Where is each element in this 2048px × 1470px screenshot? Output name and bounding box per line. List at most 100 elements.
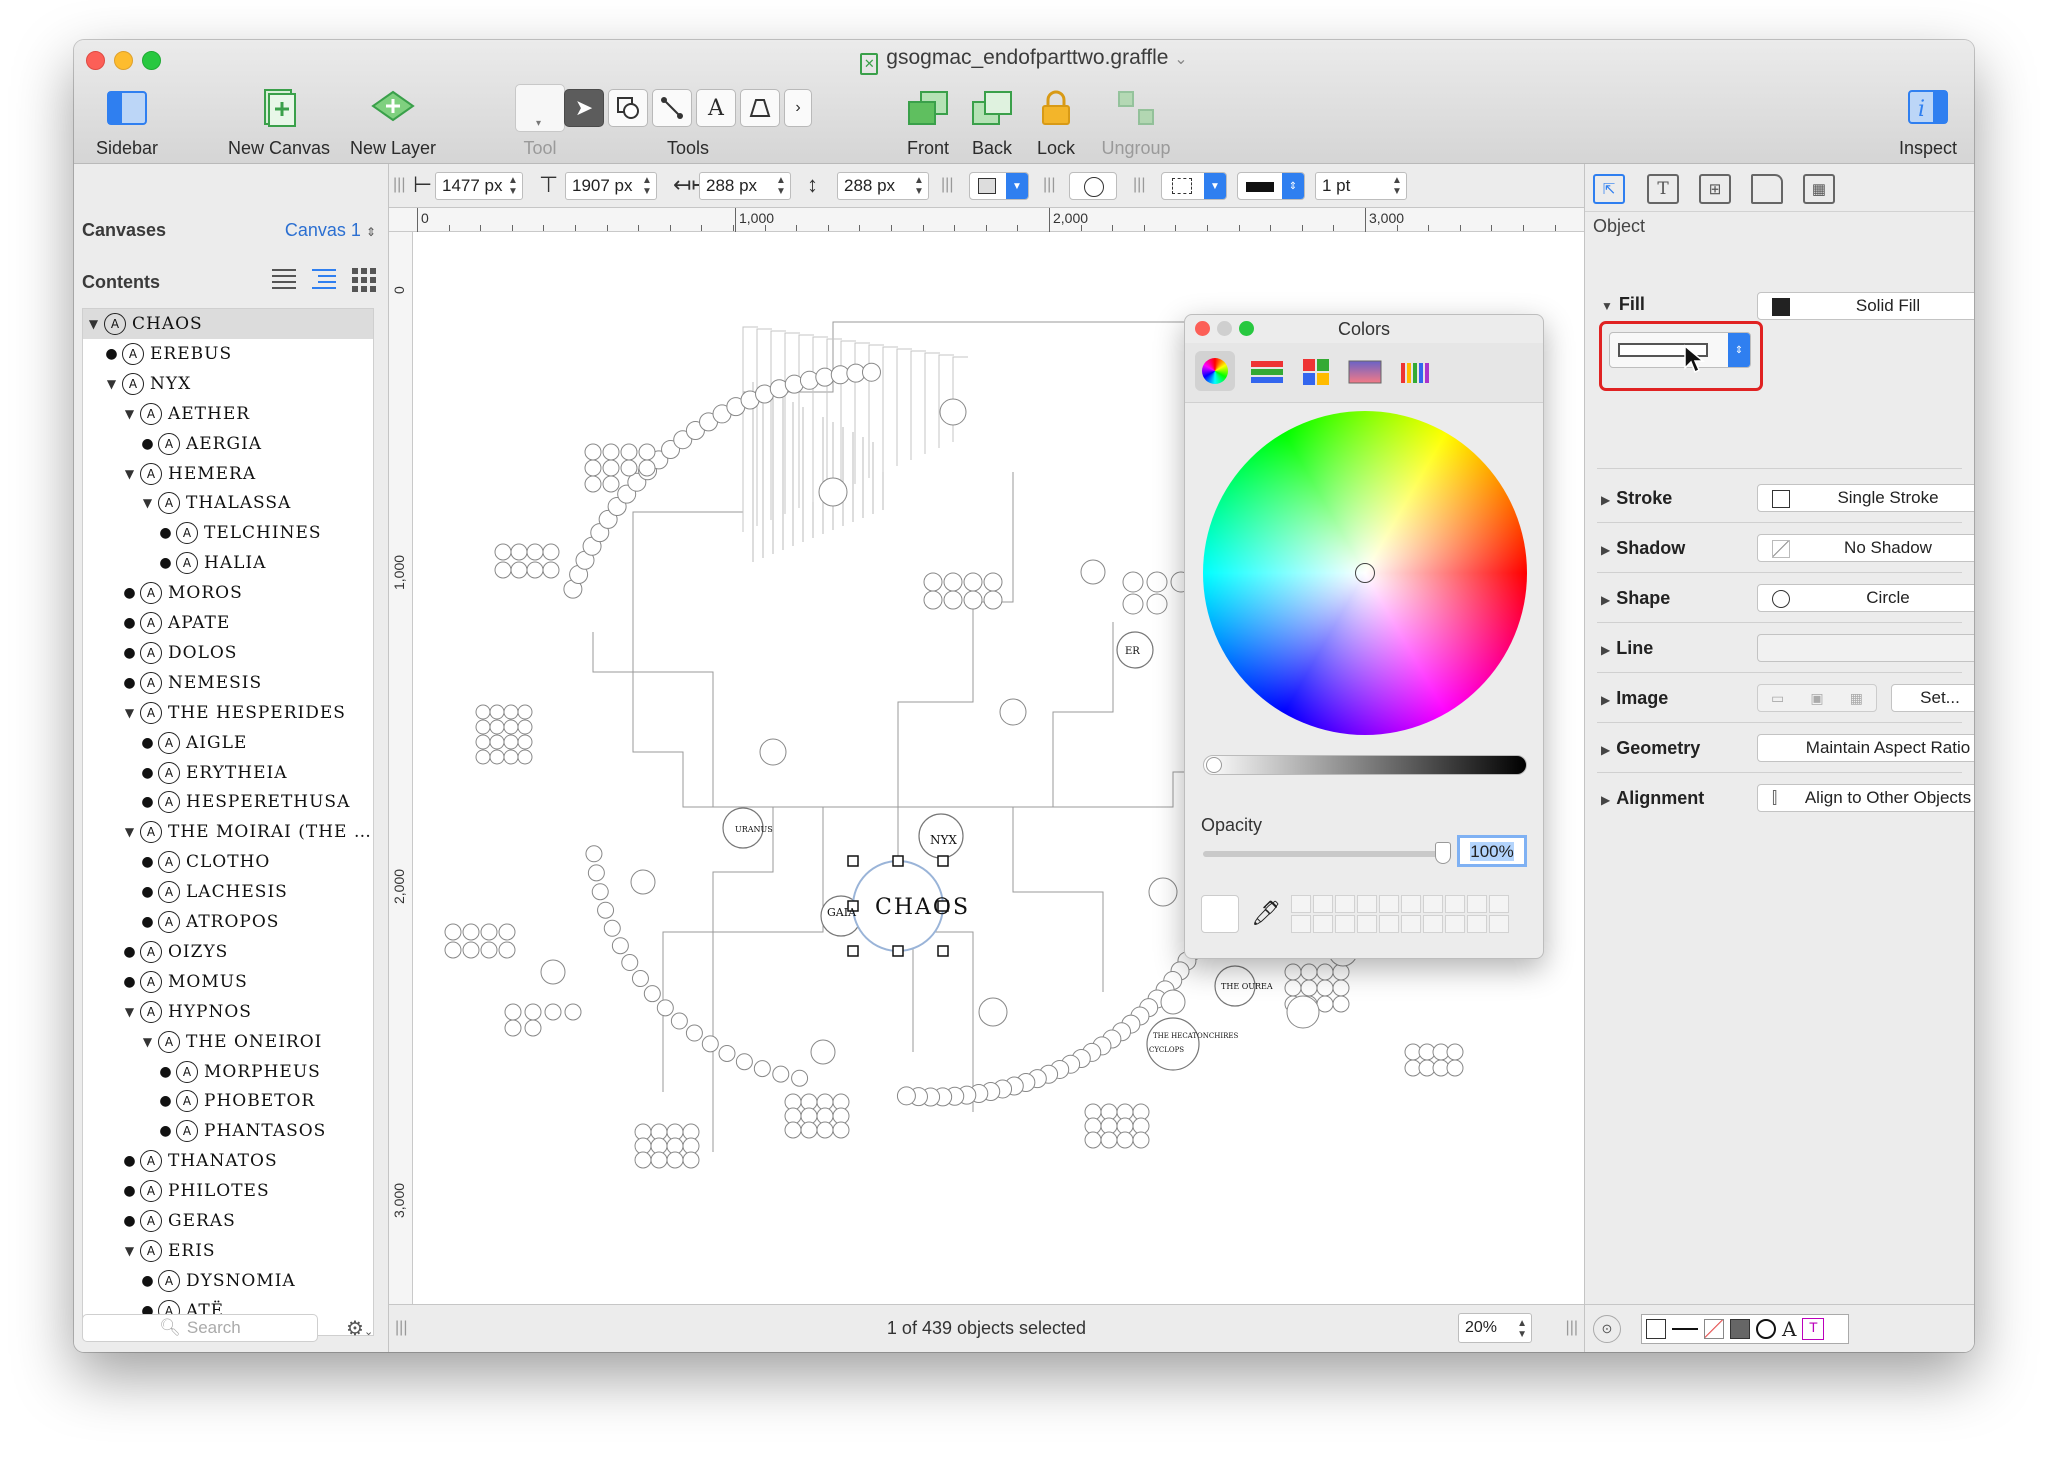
pen-tool-icon[interactable] <box>740 89 780 127</box>
outline-item[interactable]: ● A ERYTHEIA <box>83 758 373 788</box>
image-tile-icon[interactable]: ▦ <box>1850 690 1863 707</box>
outline-item[interactable]: ▼ A THALASSA <box>83 488 373 518</box>
fill-style-dropdown[interactable]: ▼ <box>969 172 1029 200</box>
list-view-icon[interactable] <box>270 266 298 292</box>
outline-item[interactable]: ▼ A THE ONEIROI <box>83 1027 373 1057</box>
empty-swatch-slot[interactable] <box>1423 915 1443 933</box>
image-palettes-mode-icon[interactable] <box>1347 357 1383 387</box>
shape-dropdown[interactable] <box>1069 172 1117 200</box>
empty-swatch-slot[interactable] <box>1423 895 1443 913</box>
empty-swatch-slot[interactable] <box>1401 895 1421 913</box>
selection-tool-arrow-icon[interactable]: ➤ <box>564 89 604 127</box>
color-wheel[interactable] <box>1203 411 1527 735</box>
line-row-header[interactable]: ▶ Line <box>1601 638 1653 659</box>
outline-item[interactable]: ● A LACHESIS <box>83 877 373 907</box>
image-placement-segmented[interactable]: ▭ ▣ ▦ <box>1757 684 1877 712</box>
geometry-popup[interactable]: Maintain Aspect Ratio⇕ <box>1757 734 1974 762</box>
fill-type-popup[interactable]: Solid Fill⇕ <box>1757 292 1974 320</box>
colors-panel[interactable]: Colors Opacity 100% 🖊︎ <box>1184 314 1544 959</box>
canvas-tab-icon[interactable]: ⊞ <box>1699 174 1731 204</box>
shape-tool-icon[interactable] <box>608 89 648 127</box>
shadow-row-header[interactable]: ▶ Shadow <box>1601 538 1685 559</box>
eyedropper-icon[interactable]: 🖊︎ <box>1251 899 1281 928</box>
inspect-button[interactable]: i Inspect <box>1888 84 1968 159</box>
opacity-field[interactable]: 100% <box>1457 835 1527 867</box>
x-position-field[interactable]: 1477 px ▲ ▼ <box>435 172 523 200</box>
outline-item[interactable]: ● A AERGIA <box>83 429 373 459</box>
brightness-slider[interactable] <box>1203 755 1527 775</box>
object-inspector-tab-icon[interactable]: ⇱ <box>1593 174 1625 204</box>
window-title[interactable]: ✕ gsogmac_endofparttwo.graffle ⌄ <box>74 46 1974 75</box>
disclosure-open-icon[interactable]: ▼ <box>123 1244 137 1258</box>
disclosure-open-icon[interactable]: ▼ <box>141 1035 155 1049</box>
outline-item[interactable]: ● A ATROPOS <box>83 907 373 937</box>
empty-swatch-slot[interactable] <box>1467 895 1487 913</box>
disclosure-open-icon[interactable]: ▼ <box>123 1005 137 1019</box>
empty-swatch-slot[interactable] <box>1291 895 1311 913</box>
outline-view-icon[interactable] <box>310 266 338 292</box>
shadow-chip-icon[interactable] <box>1730 1319 1750 1339</box>
outline-item[interactable]: ▼ A CHAOS <box>83 309 373 339</box>
outline-item[interactable]: ● A EREBUS <box>83 339 373 369</box>
new-layer-button[interactable]: New Layer <box>338 84 448 159</box>
disclosure-open-icon[interactable]: ▼ <box>105 377 119 391</box>
outline-item[interactable]: ● A DYSNOMIA <box>83 1266 373 1296</box>
empty-swatch-slot[interactable] <box>1379 915 1399 933</box>
y-stepper-icon[interactable]: ▲ ▼ <box>640 175 654 197</box>
fill-style-chip-icon[interactable] <box>1646 1319 1666 1339</box>
empty-swatch-slot[interactable] <box>1357 915 1377 933</box>
no-shadow-chip-icon[interactable] <box>1704 1319 1724 1339</box>
outline-item[interactable]: ● A THANATOS <box>83 1146 373 1176</box>
ungroup-button[interactable]: Ungroup <box>1088 84 1184 159</box>
empty-swatch-slot[interactable] <box>1335 915 1355 933</box>
gear-icon[interactable]: ⚙︎⌄ <box>346 1316 373 1341</box>
color-palettes-mode-icon[interactable] <box>1299 357 1335 387</box>
outline-item[interactable]: ● A OIZYS <box>83 937 373 967</box>
stroke-width-field[interactable]: 1 pt ▲ ▼ <box>1315 172 1407 200</box>
empty-swatch-slot[interactable] <box>1335 895 1355 913</box>
outline-item[interactable]: ● A DOLOS <box>83 638 373 668</box>
canvas-selector[interactable]: Canvas 1 ⇕ <box>285 220 376 241</box>
current-color-swatch[interactable] <box>1201 895 1239 933</box>
font-chip-icon[interactable]: A <box>1782 1317 1796 1341</box>
outline-item[interactable]: ▼ A NYX <box>83 369 373 399</box>
line-tool-icon[interactable] <box>652 89 692 127</box>
image-row-header[interactable]: ▶ Image <box>1601 688 1668 709</box>
outline-item[interactable]: ● A TELCHINES <box>83 518 373 548</box>
search-field[interactable]: 🔍︎ Search <box>82 1314 318 1342</box>
disclosure-open-icon[interactable]: ▼ <box>123 825 137 839</box>
stencils-tab-icon[interactable]: ▦ <box>1803 174 1835 204</box>
image-natural-icon[interactable]: ▣ <box>1810 690 1823 707</box>
send-to-back-button[interactable]: Back <box>960 84 1024 159</box>
outline-item[interactable]: ▼ A AETHER <box>83 399 373 429</box>
empty-swatch-slot[interactable] <box>1313 915 1333 933</box>
more-tools-chevron-icon[interactable]: › <box>784 89 812 127</box>
alignment-row-header[interactable]: ▶ Alignment <box>1601 788 1704 809</box>
properties-tab-icon[interactable]: T <box>1647 174 1679 204</box>
outline-item[interactable]: ● A NEMESIS <box>83 668 373 698</box>
outline-item[interactable]: ▼ A THE MOIRAI (THE … <box>83 817 373 847</box>
disclosure-open-icon[interactable]: ▼ <box>123 706 137 720</box>
empty-swatch-slot[interactable] <box>1401 915 1421 933</box>
outline-item[interactable]: ▼ A HEMERA <box>83 459 373 489</box>
shape-type-popup[interactable]: Circle <box>1757 584 1974 612</box>
empty-swatch-slot[interactable] <box>1467 915 1487 933</box>
lock-button[interactable]: Lock <box>1024 84 1088 159</box>
outline-item[interactable]: ● A MOMUS <box>83 967 373 997</box>
outline-item[interactable]: ● A HESPERETHUSA <box>83 787 373 817</box>
empty-swatch-slot[interactable] <box>1291 915 1311 933</box>
color-wheel-crosshair-icon[interactable] <box>1355 563 1375 583</box>
outline-item[interactable]: ● A MORPHEUS <box>83 1057 373 1087</box>
outline-item[interactable]: ● A GERAS <box>83 1206 373 1236</box>
bring-to-front-button[interactable]: Front <box>896 84 960 159</box>
new-canvas-button[interactable]: New Canvas <box>224 84 334 159</box>
disclosure-open-icon[interactable]: ▼ <box>87 317 101 331</box>
width-stepper-icon[interactable]: ▲ ▼ <box>774 175 788 197</box>
color-wheel-mode-tab[interactable] <box>1195 351 1235 391</box>
outline-item[interactable]: ● A CLOTHO <box>83 847 373 877</box>
saved-swatches-grid[interactable] <box>1291 895 1509 933</box>
disclosure-open-icon[interactable]: ▼ <box>123 467 137 481</box>
horizontal-ruler[interactable]: 0 1,000 2,000 3,000 <box>389 208 1584 232</box>
outline-item[interactable]: ▼ A ERIS <box>83 1236 373 1266</box>
zoom-stepper-icon[interactable]: ▲ ▼ <box>1517 1318 1527 1340</box>
